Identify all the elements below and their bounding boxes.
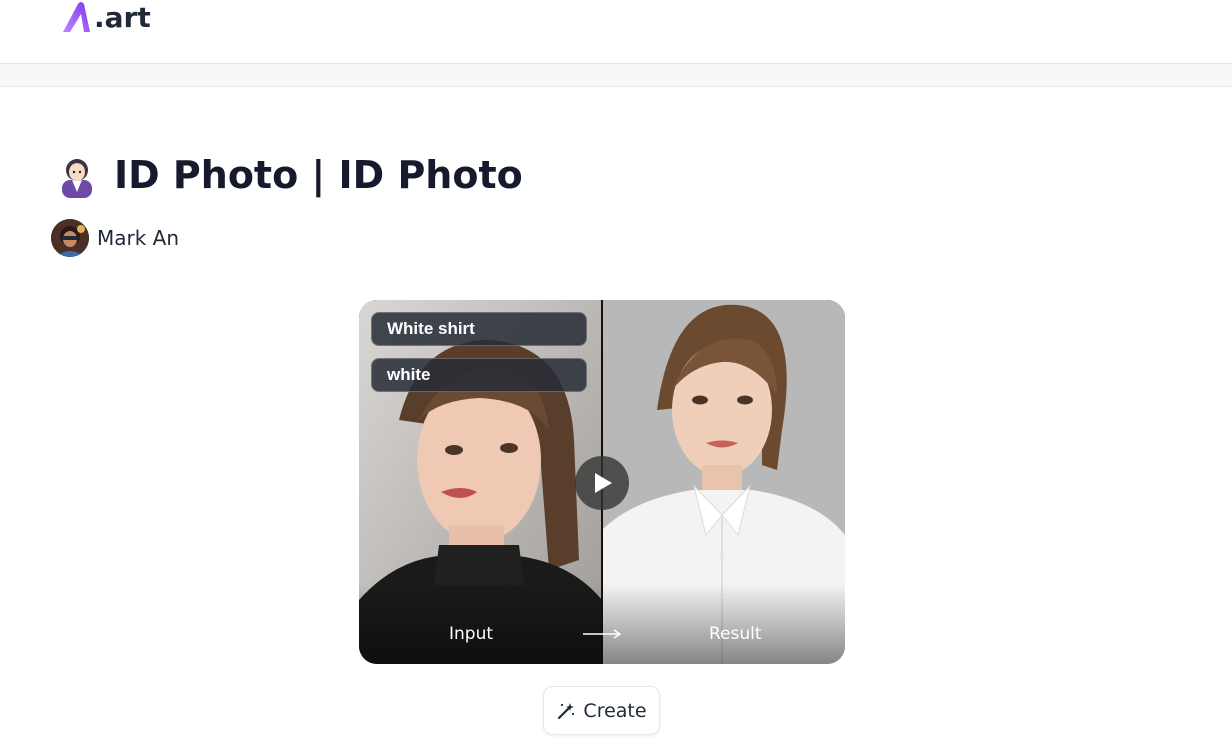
play-icon — [595, 473, 612, 493]
bottom-gradient — [359, 584, 845, 664]
office-worker-emoji-icon — [62, 159, 92, 198]
author-name[interactable]: Mark An — [97, 226, 179, 250]
result-label: Result — [709, 624, 762, 644]
brand-logo[interactable]: .art — [60, 0, 151, 36]
brand-logo-text: .art — [94, 1, 151, 34]
top-header: .art — [0, 0, 1232, 64]
magic-wand-icon — [558, 702, 575, 719]
input-label: Input — [449, 624, 494, 644]
avatar[interactable] — [51, 219, 89, 257]
brand-logo-icon — [63, 2, 90, 32]
arrow-right-icon — [583, 629, 622, 639]
prompt-tag: white — [371, 358, 587, 392]
play-button[interactable] — [575, 456, 629, 510]
page-title: ID Photo | ID Photo — [114, 153, 523, 197]
page-title-row: ID Photo | ID Photo — [56, 150, 523, 200]
sub-navigation-bar — [0, 64, 1232, 87]
example-preview[interactable]: White shirt white Input Result — [359, 300, 845, 664]
author-info[interactable]: Mark An — [51, 219, 179, 257]
create-button[interactable]: Create — [543, 686, 660, 735]
create-button-label: Create — [583, 699, 647, 722]
prompt-tag: White shirt — [371, 312, 587, 346]
avatar-image — [51, 219, 89, 257]
